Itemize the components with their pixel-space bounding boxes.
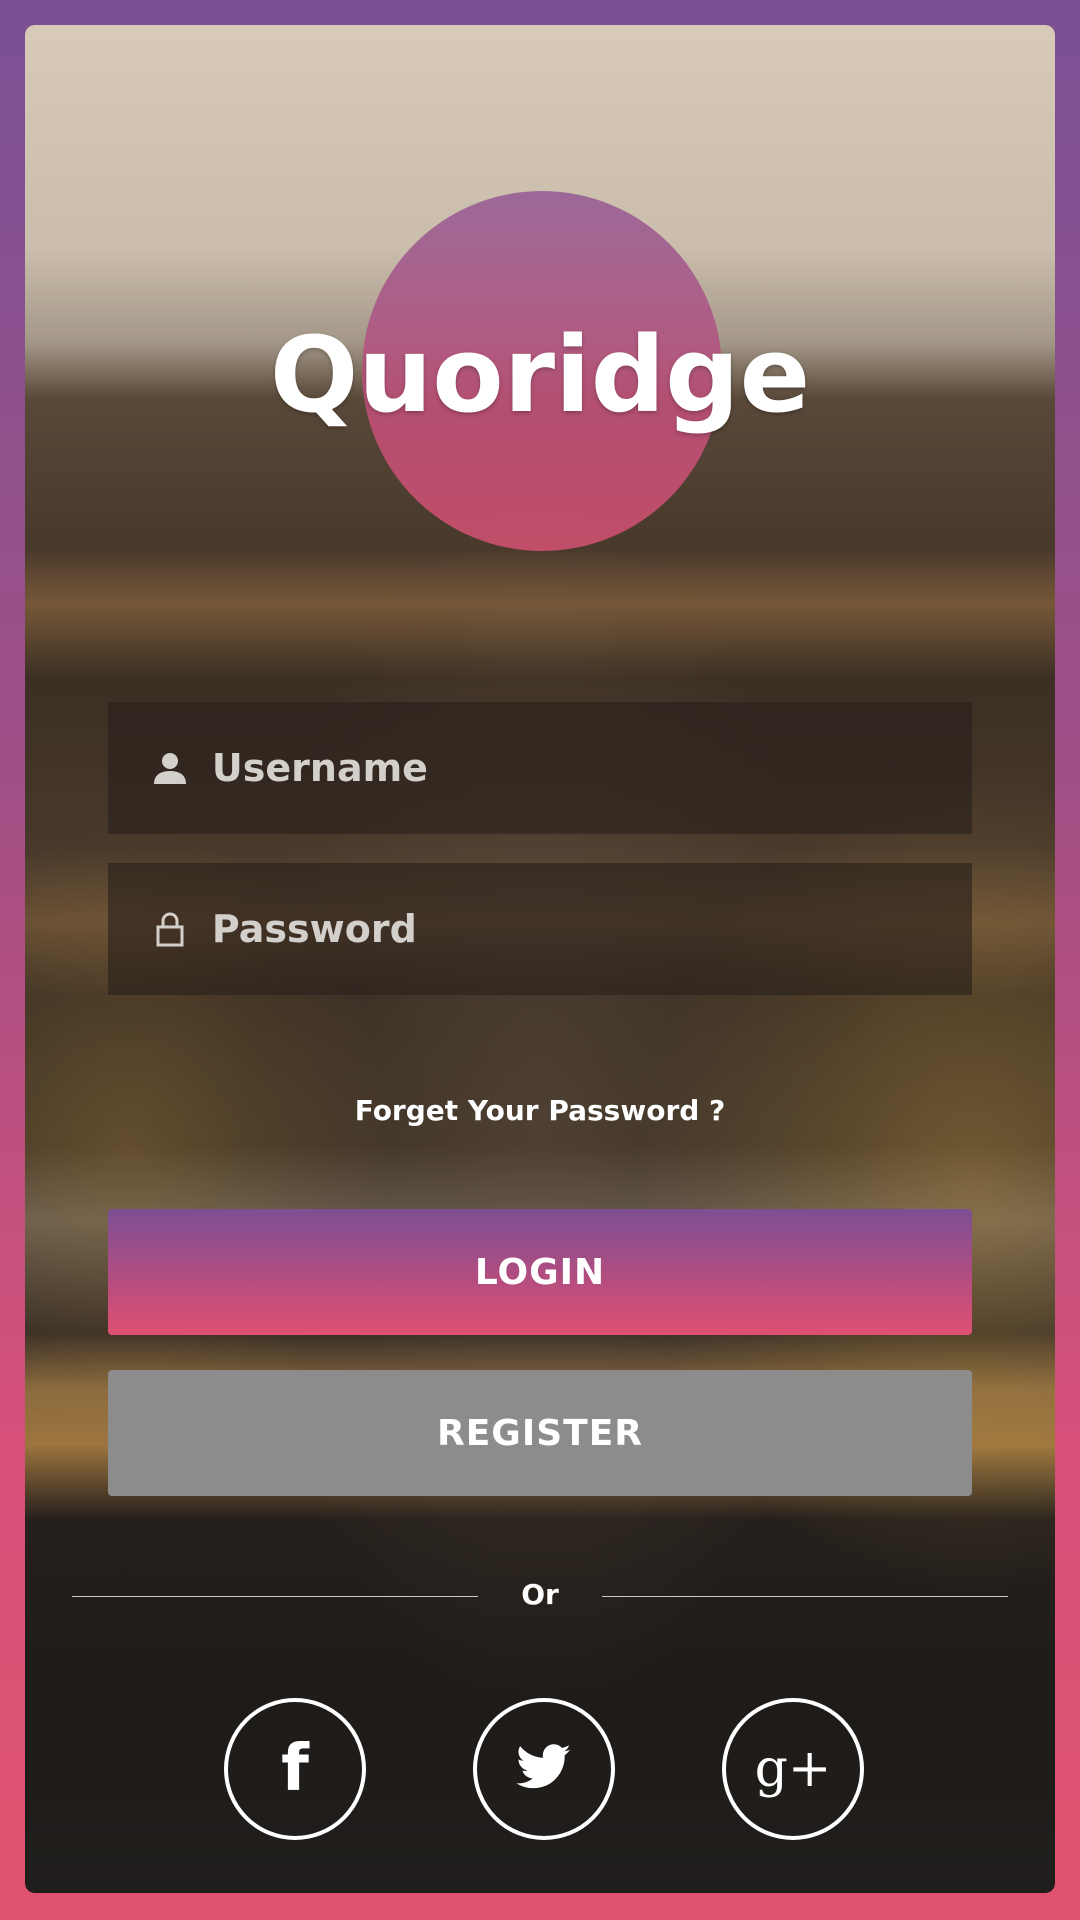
google-plus-icon: g+: [754, 1739, 832, 1799]
twitter-icon: [516, 1743, 572, 1795]
twitter-login-button[interactable]: [473, 1698, 615, 1840]
password-input[interactable]: [209, 888, 972, 970]
forgot-password-link[interactable]: Forget Your Password ?: [0, 1094, 1080, 1127]
login-button[interactable]: LOGIN: [108, 1209, 972, 1335]
divider-or-text: Or: [521, 1578, 559, 1611]
lock-icon: [150, 909, 190, 949]
facebook-login-button[interactable]: f: [224, 1698, 366, 1840]
password-field[interactable]: [108, 863, 972, 995]
app-title: Quoridge: [269, 314, 811, 436]
divider-line-right: [602, 1596, 1008, 1597]
facebook-icon: f: [281, 1732, 309, 1806]
google-plus-login-button[interactable]: g+: [722, 1698, 864, 1840]
user-icon: [150, 748, 190, 788]
register-button[interactable]: REGISTER: [108, 1370, 972, 1496]
username-input[interactable]: [209, 727, 972, 809]
username-field[interactable]: [108, 702, 972, 834]
